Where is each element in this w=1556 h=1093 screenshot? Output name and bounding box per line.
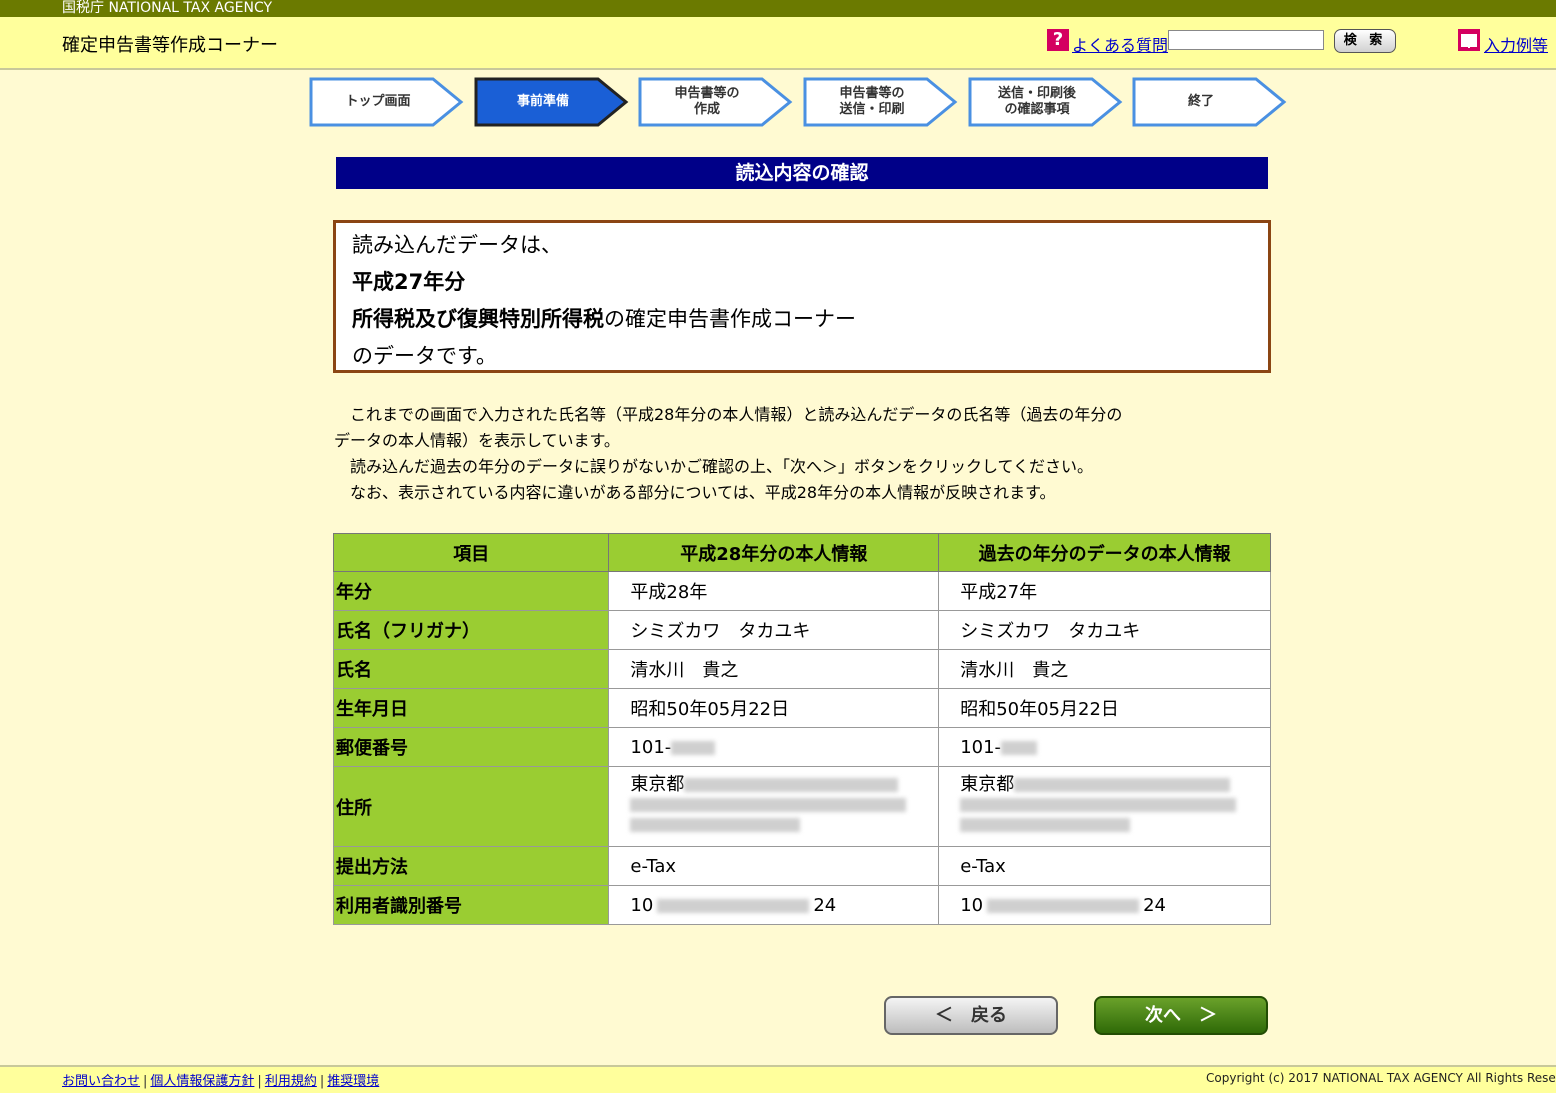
redacted-address xyxy=(960,798,1237,812)
faq-link[interactable]: よくある質問 xyxy=(1072,32,1168,56)
book-icon[interactable] xyxy=(1458,29,1480,51)
description-line: データの本人情報）を表示しています。 xyxy=(334,431,620,450)
redacted-user-id xyxy=(987,898,1140,913)
table-row: 住所 東京都 東京都 xyxy=(332,766,1271,847)
footer: お問い合わせ | 個人情報保護方針 | 利用規約 | 推奨環境 Copyright (c) … xyxy=(0,1065,1556,1093)
row-label: 利用者識別番号 xyxy=(332,885,610,925)
table-row: 氏名（フリガナ） シミズカワ タカユキ シミズカワ タカユキ xyxy=(332,610,1271,650)
table-row: 提出方法 e-Tax e-Tax xyxy=(332,846,1271,886)
row-label: 生年月日 xyxy=(332,688,610,728)
current-value: 東京都 xyxy=(608,766,940,847)
current-value: 昭和50年05月22日 xyxy=(608,688,940,728)
current-value: 清水川 貴之 xyxy=(608,649,940,689)
step-label: 送信・印刷後 の確認事項 xyxy=(997,86,1076,117)
column-header-past: 過去の年分のデータの本人情報 xyxy=(938,533,1271,572)
section-title: 読込内容の確認 xyxy=(336,157,1268,189)
row-label: 年分 xyxy=(332,571,610,611)
current-value: 10 24 xyxy=(608,885,940,925)
footer-link-privacy[interactable]: 個人情報保護方針 xyxy=(150,1074,254,1089)
description-line: なお、表示されている内容に違いがある部分については、平成28年分の本人情報が反映… xyxy=(334,483,1056,502)
table-header-row: 項目 平成28年分の本人情報 過去の年分のデータの本人情報 xyxy=(332,533,1271,572)
description-line: 読み込んだ過去の年分のデータに誤りがないかご確認の上、「次へ＞」ボタンをクリック… xyxy=(334,457,1094,476)
step-label: 申告書等の 送信・印刷 xyxy=(839,86,905,117)
redacted-address xyxy=(630,818,801,832)
question-icon[interactable]: ? xyxy=(1047,29,1069,51)
past-value: 平成27年 xyxy=(938,571,1271,611)
redacted-address xyxy=(630,798,907,812)
past-value: 清水川 貴之 xyxy=(938,649,1271,689)
step-send-print: 申告書等の 送信・印刷 xyxy=(803,77,961,127)
app-title: 確定申告書等作成コーナー xyxy=(62,35,278,56)
separator: | xyxy=(257,1074,262,1089)
redacted-address xyxy=(960,818,1131,832)
description: これまでの画面で入力された氏名等（平成28年分の本人情報）と読み込んだデータの氏… xyxy=(334,402,1274,506)
step-confirm: 送信・印刷後 の確認事項 xyxy=(968,77,1126,127)
current-value: e-Tax xyxy=(608,846,940,886)
column-header-item: 項目 xyxy=(332,533,610,572)
table-row: 氏名 清水川 貴之 清水川 貴之 xyxy=(332,649,1271,689)
redacted-user-id xyxy=(657,898,810,913)
current-value: シミズカワ タカユキ xyxy=(608,610,940,650)
past-value: 101- xyxy=(938,727,1271,767)
step-label: 申告書等の 作成 xyxy=(674,86,740,117)
past-value: 昭和50年05月22日 xyxy=(938,688,1271,728)
redacted-postal-code xyxy=(671,740,716,755)
footer-links: お問い合わせ | 個人情報保護方針 | 利用規約 | 推奨環境 xyxy=(62,1070,379,1089)
step-end: 終了 xyxy=(1132,77,1290,127)
past-value: 東京都 xyxy=(938,766,1271,847)
separator: | xyxy=(143,1074,148,1089)
search-button[interactable]: 検 索 xyxy=(1334,29,1396,53)
row-label: 住所 xyxy=(332,766,610,847)
current-value: 101- xyxy=(608,727,940,767)
past-value: 10 24 xyxy=(938,885,1271,925)
past-value: e-Tax xyxy=(938,846,1271,886)
step-label: 終了 xyxy=(1187,94,1214,109)
current-value: 平成28年 xyxy=(608,571,940,611)
personal-info-table: 項目 平成28年分の本人情報 過去の年分のデータの本人情報 年分 平成28年 平… xyxy=(332,533,1271,925)
header: 確定申告書等作成コーナー ? よくある質問 検 索 入力例等 xyxy=(0,17,1556,70)
redacted-address xyxy=(684,778,899,792)
step-label: 事前準備 xyxy=(516,94,569,109)
data-notice-box: 読み込んだデータは、 平成27年分 所得税及び復興特別所得税の確定申告書作成コー… xyxy=(333,220,1271,373)
column-header-current: 平成28年分の本人情報 xyxy=(608,533,940,572)
separator: | xyxy=(319,1074,325,1089)
table-row: 利用者識別番号 10 24 10 24 xyxy=(332,885,1271,925)
table-row: 郵便番号 101- 101- xyxy=(332,727,1271,767)
row-label: 提出方法 xyxy=(332,846,610,886)
step-top: トップ画面 xyxy=(309,77,467,127)
copyright: Copyright (c) 2017 NATIONAL TAX AGENCY A… xyxy=(1206,1071,1556,1085)
notice-line: のデータです。 xyxy=(352,344,497,368)
back-button[interactable]: ＜ 戻る xyxy=(884,996,1058,1035)
notice-line: 読み込んだデータは、 xyxy=(352,233,562,257)
table-row: 生年月日 昭和50年05月22日 昭和50年05月22日 xyxy=(332,688,1271,728)
row-label: 氏名（フリガナ） xyxy=(332,610,610,650)
footer-link-contact[interactable]: お問い合わせ xyxy=(62,1074,140,1089)
step-label: トップ画面 xyxy=(345,94,411,109)
next-button[interactable]: 次へ ＞ xyxy=(1094,996,1268,1035)
step-create: 申告書等の 作成 xyxy=(638,77,796,127)
agency-bar: 国税庁 NATIONAL TAX AGENCY xyxy=(0,0,1556,17)
description-line: これまでの画面で入力された氏名等（平成28年分の本人情報）と読み込んだデータの氏… xyxy=(334,405,1123,424)
footer-link-terms[interactable]: 利用規約 xyxy=(265,1074,317,1089)
search-input[interactable] xyxy=(1168,30,1324,50)
row-label: 郵便番号 xyxy=(332,727,610,767)
past-value: シミズカワ タカユキ xyxy=(938,610,1271,650)
example-link[interactable]: 入力例等 xyxy=(1484,32,1548,56)
table-row: 年分 平成28年 平成27年 xyxy=(332,571,1271,611)
redacted-postal-code xyxy=(1001,740,1038,755)
step-preparation: 事前準備 xyxy=(474,77,632,127)
notice-year: 平成27年分 xyxy=(352,270,466,294)
notice-tax-name: 所得税及び復興特別所得税の確定申告書作成コーナー xyxy=(352,307,856,331)
footer-link-environment[interactable]: 推奨環境 xyxy=(327,1074,379,1089)
row-label: 氏名 xyxy=(332,649,610,689)
agency-name: 国税庁 NATIONAL TAX AGENCY xyxy=(62,0,273,16)
redacted-address xyxy=(1014,778,1231,792)
